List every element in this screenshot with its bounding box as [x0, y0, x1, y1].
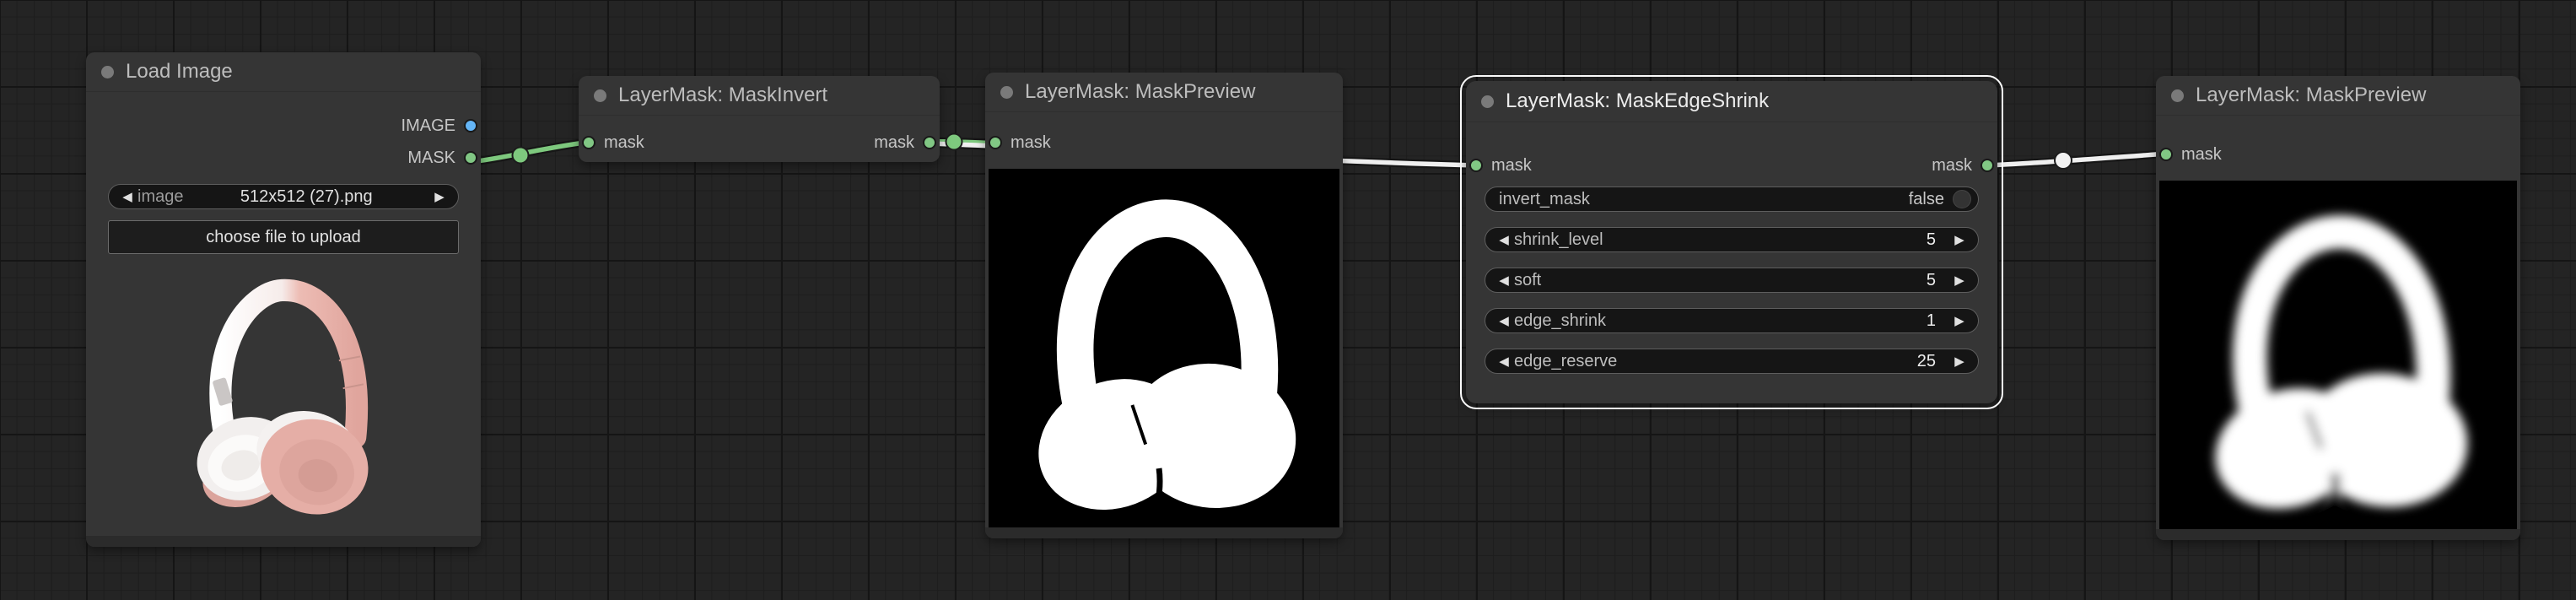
image-combo-widget[interactable]: ◀ image 512x512 (27).png ▶	[108, 184, 459, 209]
link-mask-loadimage-to-maskinvert[interactable]	[470, 139, 591, 165]
node-title-bar[interactable]: LayerMask: MaskPreview	[985, 73, 1343, 112]
mask-preview-image	[2159, 181, 2517, 530]
combo-label: image	[137, 186, 184, 206]
widget-value: 5	[1926, 270, 1936, 289]
mask-port-icon[interactable]	[1469, 159, 1483, 172]
widget-edge-reserve[interactable]: ◀ edge_reserve 25 ▶	[1485, 349, 1979, 374]
node-title-bar[interactable]: LayerMask: MaskPreview	[2156, 76, 2520, 116]
mask-port-icon[interactable]	[1981, 159, 1994, 172]
combo-prev-icon[interactable]: ◀	[117, 191, 137, 203]
widget-soft[interactable]: ◀ soft 5 ▶	[1485, 268, 1979, 293]
combo-next-icon[interactable]: ▶	[429, 191, 450, 203]
node-title: LayerMask: MaskInvert	[618, 84, 828, 106]
decrement-icon[interactable]: ◀	[1494, 274, 1514, 287]
widget-shrink-level[interactable]: ◀ shrink_level 5 ▶	[1485, 227, 1979, 252]
decrement-icon[interactable]: ◀	[1494, 315, 1514, 327]
widget-label: soft	[1514, 270, 1542, 289]
collapse-dot[interactable]	[101, 65, 114, 78]
input-label: mask	[1491, 155, 1532, 175]
increment-icon[interactable]: ▶	[1949, 234, 1970, 246]
mask-port-icon[interactable]	[464, 151, 477, 165]
widget-value: 5	[1926, 230, 1936, 249]
input-label: mask	[2181, 144, 2222, 164]
loaded-image-preview	[86, 264, 481, 521]
node-title: Load Image	[126, 60, 233, 83]
input-slot-mask[interactable]: mask	[1469, 149, 1532, 181]
input-slot-mask[interactable]: mask	[582, 127, 644, 159]
mask-port-icon[interactable]	[2159, 148, 2173, 161]
node-mask-preview-1[interactable]: LayerMask: MaskPreview mask	[985, 73, 1343, 538]
node-title-bar[interactable]: Load Image	[86, 52, 481, 92]
increment-icon[interactable]: ▶	[1949, 274, 1970, 287]
increment-icon[interactable]: ▶	[1949, 315, 1970, 327]
input-label: mask	[604, 132, 644, 152]
node-mask-edge-shrink[interactable]: LayerMask: MaskEdgeShrink mask mask inve…	[1460, 75, 2003, 409]
collapse-dot[interactable]	[1000, 85, 1013, 99]
collapse-dot[interactable]	[594, 89, 606, 102]
decrement-icon[interactable]: ◀	[1494, 355, 1514, 368]
reroute-dot-highlighted[interactable]	[2054, 151, 2072, 170]
input-slot-mask[interactable]: mask	[989, 127, 1051, 159]
widget-label: edge_shrink	[1514, 311, 1606, 330]
image-port-icon[interactable]	[464, 119, 477, 132]
output-slot-mask[interactable]: MASK	[407, 142, 477, 174]
widget-label: shrink_level	[1514, 230, 1603, 249]
widget-edge-shrink[interactable]: ◀ edge_shrink 1 ▶	[1485, 308, 1979, 333]
output-label: IMAGE	[401, 116, 455, 135]
toggle-knob[interactable]	[1953, 190, 1971, 208]
mask-silhouette-soft	[2159, 181, 2517, 530]
node-load-image[interactable]: Load Image IMAGE MASK ◀ image 512x512 (2…	[86, 52, 481, 547]
decrement-icon[interactable]: ◀	[1494, 234, 1514, 246]
mask-preview-image	[989, 169, 1339, 528]
upload-button[interactable]: choose file to upload	[108, 220, 459, 254]
widget-label: edge_reserve	[1514, 351, 1618, 370]
output-slot-mask[interactable]: mask	[874, 127, 936, 159]
output-slot-image[interactable]: IMAGE	[401, 110, 477, 142]
node-graph-canvas[interactable]: Load Image IMAGE MASK ◀ image 512x512 (2…	[0, 0, 2576, 600]
reroute-dot[interactable]	[945, 132, 963, 151]
widget-value: false	[1908, 189, 1944, 208]
combo-value: 512x512 (27).png	[240, 186, 373, 206]
collapse-dot[interactable]	[1481, 95, 1494, 108]
widget-invert-mask[interactable]: invert_mask false	[1485, 186, 1979, 212]
widget-value: 25	[1916, 351, 1936, 370]
node-title: LayerMask: MaskPreview	[2196, 84, 2427, 106]
node-mask-invert[interactable]: LayerMask: MaskInvert mask mask	[579, 76, 940, 162]
node-footer	[985, 527, 1343, 538]
node-footer	[86, 536, 481, 547]
node-title: LayerMask: MaskEdgeShrink	[1506, 89, 1770, 112]
output-label: mask	[1932, 155, 1972, 175]
mask-port-icon[interactable]	[989, 136, 1002, 149]
mask-silhouette	[989, 169, 1339, 528]
output-slot-mask[interactable]: mask	[1932, 149, 1994, 181]
output-label: MASK	[407, 148, 455, 167]
node-footer	[2156, 529, 2520, 540]
collapse-dot[interactable]	[2171, 89, 2184, 102]
node-mask-preview-2[interactable]: LayerMask: MaskPreview mask	[2156, 76, 2520, 540]
widget-label: invert_mask	[1499, 189, 1590, 208]
headphones-photo	[197, 278, 369, 515]
mask-port-icon[interactable]	[923, 136, 936, 149]
input-label: mask	[1010, 132, 1051, 152]
node-title-bar[interactable]: LayerMask: MaskInvert	[579, 76, 940, 116]
widget-value: 1	[1926, 311, 1936, 330]
node-title: LayerMask: MaskPreview	[1025, 80, 1256, 103]
node-title-bar[interactable]: LayerMask: MaskEdgeShrink	[1466, 81, 1997, 122]
reroute-dot[interactable]	[511, 146, 530, 165]
mask-port-icon[interactable]	[582, 136, 595, 149]
increment-icon[interactable]: ▶	[1949, 355, 1970, 368]
output-label: mask	[874, 132, 914, 152]
input-slot-mask[interactable]: mask	[2159, 138, 2222, 170]
